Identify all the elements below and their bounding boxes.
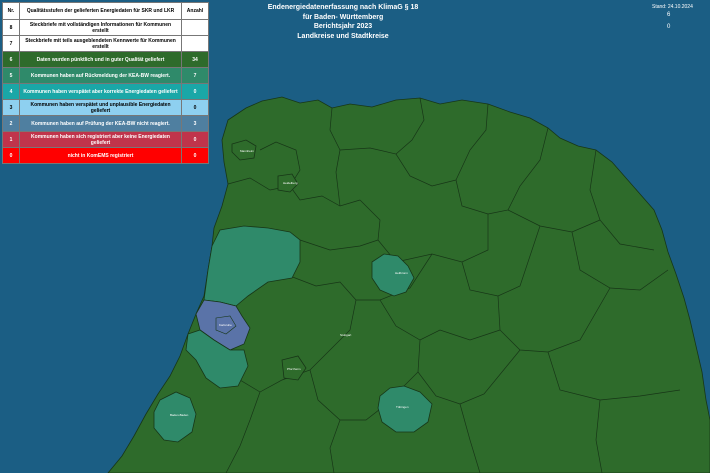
legend-row: 3 Kommunen haben verspätet und unplausibl…	[2, 99, 209, 116]
district-label-stuttgart: Stuttgart	[340, 333, 352, 337]
legend-cell-nr: 6	[2, 51, 20, 68]
district-label-karlsruhe: Karlsruhe	[219, 323, 232, 327]
legend-header-desc: Qualitätsstufen der gelieferten Energied…	[19, 2, 182, 20]
legend-header-nr: Nr.	[2, 2, 20, 20]
legend-cell-count	[181, 19, 209, 36]
legend-cell-nr: 7	[2, 35, 20, 52]
district-label-tuebingen: Tübingen	[396, 405, 409, 409]
legend-cell-desc: Kommunen haben verspätet und unplausible…	[19, 99, 182, 116]
legend-cell-nr: 0	[2, 147, 20, 164]
legend-row: 4 Kommunen haben verspätet aber korrekte …	[2, 83, 209, 100]
legend-row: 2 Kommunen haben auf Prüfung der KEA-BW n…	[2, 115, 209, 132]
legend-row: 6 Daten wurden pünktlich und in guter Qua…	[2, 51, 209, 68]
legend-cell-nr: 3	[2, 99, 20, 116]
legend-cell-count: 0	[181, 147, 209, 164]
legend-row: 8 Steckbriefe mit vollständigen Informati…	[2, 19, 209, 36]
legend-header-count: Anzahl	[181, 2, 209, 20]
quality-legend: Nr. Qualitätsstufen der gelieferten Ener…	[2, 2, 209, 164]
district-label-heidelberg: Heidelberg	[283, 181, 298, 185]
legend-cell-desc: Steckbriefe mit vollständigen Informatio…	[19, 19, 182, 36]
legend-cell-nr: 2	[2, 115, 20, 132]
legend-cell-count: 0	[181, 131, 209, 148]
district-label-heilbronn: Heilbronn	[395, 271, 408, 275]
legend-cell-desc: Kommunen haben sich registriert aber kei…	[19, 131, 182, 148]
district-label-baden-baden: Baden-Baden	[170, 413, 189, 417]
legend-cell-desc: Kommunen haben auf Rückmeldung der KEA-B…	[19, 67, 182, 84]
district-label-mannheim: Mannheim	[240, 149, 255, 153]
legend-cell-count: 34	[181, 51, 209, 68]
title-line-2: für Baden- Württemberg	[302, 13, 384, 21]
title-line-4: Landkreise und Stadtkreise	[297, 32, 389, 40]
legend-header-row: Nr. Qualitätsstufen der gelieferten Ener…	[2, 2, 209, 20]
title-line-1: Endenergiedatenerfassung nach KlimaG § 1…	[267, 4, 419, 11]
stand-date: Stand: 24.10.2024	[652, 4, 693, 10]
legend-cell-count: 3	[181, 115, 209, 132]
legend-cell-desc: nicht in KomEMS registriert	[19, 147, 182, 164]
legend-cell-nr: 1	[2, 131, 20, 148]
district-label-pforzheim: Pforzheim	[287, 367, 301, 371]
legend-cell-nr: 8	[2, 19, 20, 36]
stand-count-2: 0	[667, 24, 671, 30]
legend-cell-nr: 4	[2, 83, 20, 100]
stand-count-1: 6	[667, 12, 671, 18]
legend-cell-desc: Kommunen haben verspätet aber korrekte E…	[19, 83, 182, 100]
map-title: Endenergiedatenerfassung nach KlimaG § 1…	[258, 3, 428, 41]
title-line-3: Berichtsjahr 2023	[313, 23, 373, 30]
legend-cell-nr: 5	[2, 67, 20, 84]
legend-cell-count	[181, 35, 209, 52]
legend-cell-desc: Steckbriefe mit teils ausgeblendeten Ken…	[19, 35, 182, 52]
legend-row: 0 nicht in KomEMS registriert 0	[2, 147, 209, 164]
legend-row: 1 Kommunen haben sich registriert aber ke…	[2, 131, 209, 148]
legend-cell-count: 0	[181, 99, 209, 116]
legend-row: 7 Steckbriefe mit teils ausgeblendeten Ke…	[2, 35, 209, 52]
legend-body: 8 Steckbriefe mit vollständigen Informati…	[2, 19, 209, 164]
legend-cell-count: 7	[181, 67, 209, 84]
legend-cell-desc: Kommunen haben auf Prüfung der KEA-BW ni…	[19, 115, 182, 132]
legend-cell-count: 0	[181, 83, 209, 100]
legend-cell-desc: Daten wurden pünktlich und in guter Qual…	[19, 51, 182, 68]
legend-row: 5 Kommunen haben auf Rückmeldung der KEA-…	[2, 67, 209, 84]
